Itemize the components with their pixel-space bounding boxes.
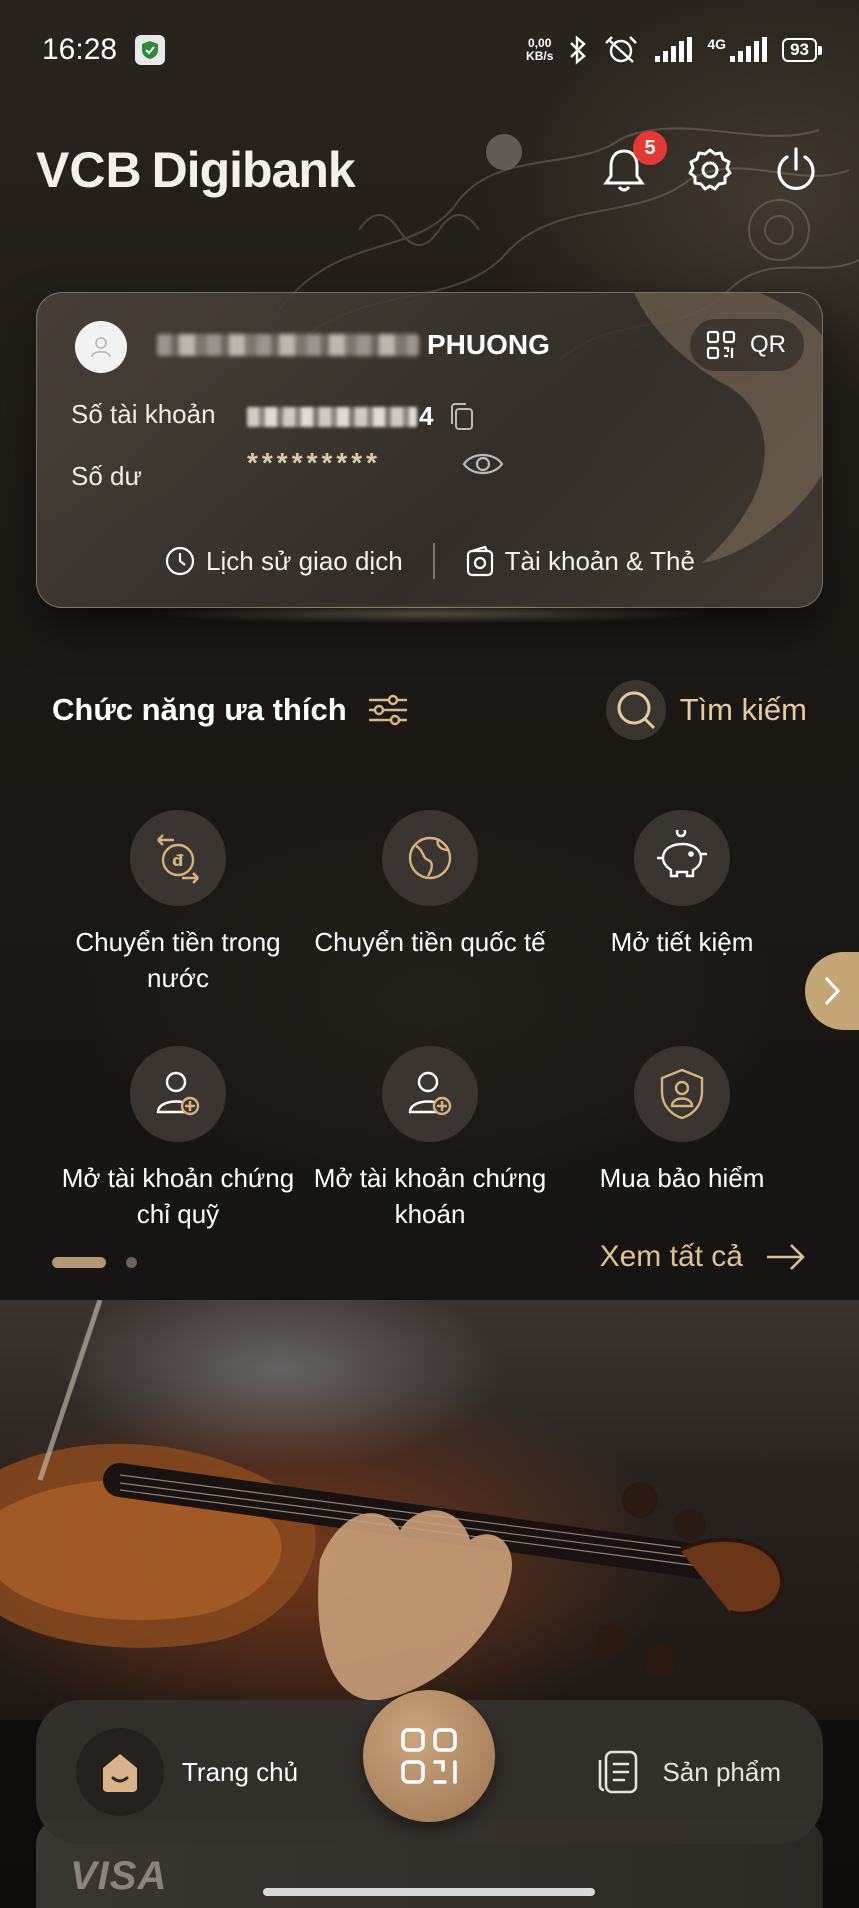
logout-button[interactable] <box>769 143 823 197</box>
scan-qr-button[interactable] <box>363 1690 495 1822</box>
chevron-right-icon <box>824 976 841 1006</box>
tile-open-fund-account[interactable]: Mở tài khoản chứng chỉ quỹ <box>52 1046 304 1232</box>
bluetooth-icon <box>570 35 587 65</box>
bottom-navigation: Trang chủ Sản phẩm <box>36 1690 823 1844</box>
search-icon <box>617 691 655 730</box>
notifications-button[interactable]: 5 <box>597 131 667 197</box>
app-header: VCB Digibank 5 <box>36 131 823 200</box>
home-indicator[interactable] <box>263 1888 595 1896</box>
globe-icon <box>408 836 452 880</box>
qr-button[interactable]: QR <box>690 319 804 371</box>
qr-code-icon <box>706 330 736 360</box>
account-holder-name: PHUONG <box>157 329 550 361</box>
card-glow-decoration <box>150 604 710 624</box>
account-card: PHUONG QR Số tài khoản 4 Số dư *********… <box>36 292 823 608</box>
pager-dot-active <box>52 1257 106 1268</box>
tile-buy-insurance[interactable]: Mua bảo hiểm <box>556 1046 808 1232</box>
document-list-icon <box>599 1750 638 1794</box>
vcb-digibank-logo: VCB Digibank <box>36 142 356 198</box>
nav-home[interactable]: Trang chủ <box>76 1728 298 1816</box>
masked-name <box>157 334 419 356</box>
signal-4g-icon <box>730 37 768 62</box>
signal-icon <box>655 37 693 62</box>
page-indicator <box>52 1257 137 1268</box>
favorites-title: Chức năng ưa thích <box>52 692 409 728</box>
notification-badge: 5 <box>633 131 667 165</box>
balance-masked: ********* <box>247 447 382 478</box>
violin-image <box>0 1300 784 1701</box>
status-bar: 16:28 0,00 KB/s 4G 93 <box>0 0 859 100</box>
piggy-bank-icon <box>657 830 707 878</box>
svg-text:đ: đ <box>172 851 184 870</box>
avatar[interactable] <box>75 321 127 373</box>
pager-dot <box>126 1257 137 1268</box>
battery-level: 93 <box>782 38 822 62</box>
promo-banner[interactable] <box>0 1300 859 1720</box>
clock-icon <box>165 546 195 576</box>
account-number-label: Số tài khoản <box>71 399 216 429</box>
account-number: 4 <box>247 401 476 432</box>
status-time: 16:28 <box>42 33 118 66</box>
tile-domestic-transfer[interactable]: đ Chuyển tiền trong nước <box>52 810 304 996</box>
transaction-history-button[interactable]: Lịch sử giao dịch <box>164 545 403 577</box>
divider <box>432 543 435 579</box>
alarm-off-icon <box>605 36 638 63</box>
copy-icon[interactable] <box>448 402 476 432</box>
tile-open-savings[interactable]: Mở tiết kiệm <box>556 810 808 996</box>
qr-scan-icon <box>401 1728 457 1784</box>
customize-sliders-icon[interactable] <box>367 692 409 728</box>
network-speed: 0,00 KB/s <box>526 36 554 63</box>
gear-icon <box>688 148 732 191</box>
network-type: 4G <box>707 36 727 52</box>
shield-user-icon <box>660 1068 704 1120</box>
tile-open-securities-account[interactable]: Mở tài khoản chứng khoán <box>304 1046 556 1232</box>
arrow-right-icon <box>767 1244 805 1270</box>
add-user-icon <box>156 1071 200 1116</box>
search-button[interactable]: Tìm kiếm <box>605 680 807 740</box>
show-balance-button[interactable] <box>461 447 505 481</box>
eye-icon <box>462 453 504 475</box>
settings-button[interactable] <box>683 143 737 197</box>
home-icon <box>103 1754 137 1792</box>
balance-label: Số dư <box>71 461 142 491</box>
accounts-cards-button[interactable]: Tài khoản & Thẻ <box>465 545 695 577</box>
power-icon <box>777 147 815 191</box>
favorites-grid: đ Chuyển tiền trong nước Chuyển tiền quố… <box>52 810 812 1232</box>
domestic-transfer-icon: đ <box>157 834 199 884</box>
user-icon <box>91 337 111 358</box>
masked-account-number <box>247 406 417 427</box>
visa-logo: VISA <box>70 1854 168 1898</box>
wallet-card-icon <box>466 545 493 577</box>
add-user-icon <box>408 1071 452 1116</box>
nav-products[interactable]: Sản phẩm <box>596 1748 781 1796</box>
tile-international-transfer[interactable]: Chuyển tiền quốc tế <box>304 810 556 996</box>
security-shield-icon <box>135 35 166 65</box>
see-all-link[interactable]: Xem tất cả <box>600 1240 807 1274</box>
